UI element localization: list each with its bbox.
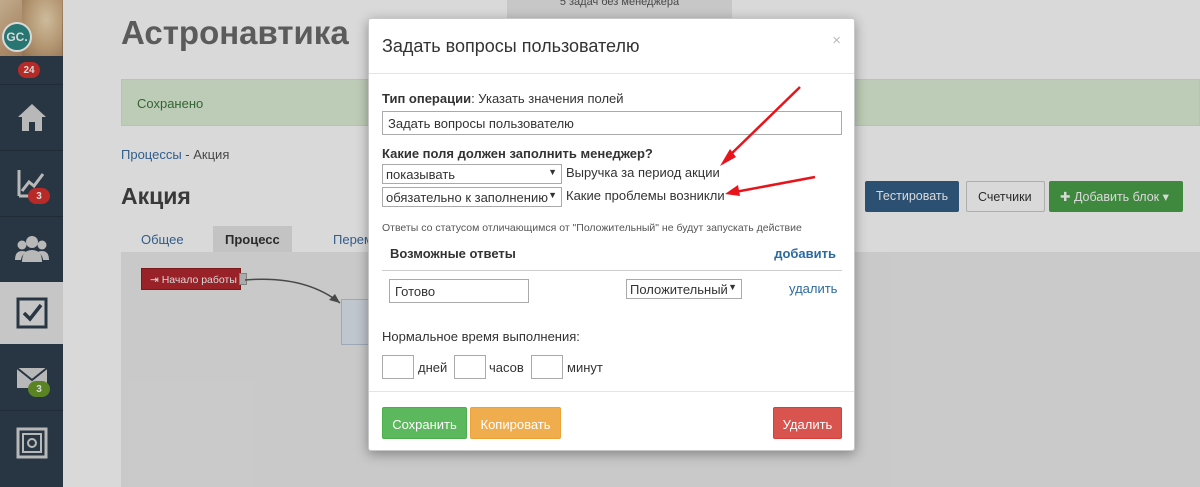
ask-user-dialog: Задать вопросы пользователю × Тип операц… <box>368 18 855 451</box>
caret-down-icon: ▼ <box>548 167 557 177</box>
add-answer-link[interactable]: добавить <box>774 246 836 261</box>
question-title-input[interactable]: Задать вопросы пользователю <box>382 111 842 135</box>
answer-status-select[interactable]: Положительный ▼ <box>626 279 742 299</box>
answers-title: Возможные ответы <box>390 246 516 261</box>
minutes-input[interactable] <box>531 355 563 379</box>
caret-down-icon: ▼ <box>548 190 557 200</box>
save-button[interactable]: Сохранить <box>382 407 467 439</box>
days-label: дней <box>418 360 448 375</box>
delete-answer-link[interactable]: удалить <box>789 281 837 296</box>
field-mode-select[interactable]: обязательно к заполнению ▼ <box>382 187 562 207</box>
hours-input[interactable] <box>454 355 486 379</box>
answers-header: Возможные ответы добавить <box>382 237 842 271</box>
field-mode-select[interactable]: показывать ▼ <box>382 164 562 184</box>
copy-button[interactable]: Копировать <box>470 407 561 439</box>
field-name: Какие проблемы возникли <box>566 188 725 203</box>
minutes-label: минут <box>567 360 603 375</box>
delete-button[interactable]: Удалить <box>773 407 842 439</box>
field-name: Выручка за период акции <box>566 165 720 180</box>
modal-title: Задать вопросы пользователю <box>382 36 640 56</box>
operation-type: Тип операции: Указать значения полей <box>382 91 624 106</box>
caret-down-icon: ▼ <box>728 282 737 292</box>
operation-type-label: Тип операции <box>382 91 472 106</box>
field-mode-value: показывать <box>386 167 456 182</box>
days-input[interactable] <box>382 355 414 379</box>
fields-label: Какие поля должен заполнить менеджер? <box>382 146 653 161</box>
answer-text-input[interactable]: Готово <box>389 279 529 303</box>
normal-time-label: Нормальное время выполнения: <box>382 329 580 344</box>
close-icon[interactable]: × <box>832 32 841 49</box>
operation-type-value: : Указать значения полей <box>471 91 624 106</box>
modal-header: Задать вопросы пользователю × <box>369 19 854 74</box>
field-mode-value: обязательно к заполнению <box>386 190 548 205</box>
modal-footer-divider <box>369 391 854 392</box>
hours-label: часов <box>489 360 524 375</box>
status-note: Ответы со статусом отличающимся от "Поло… <box>382 222 802 234</box>
answer-status-value: Положительный <box>630 282 728 297</box>
